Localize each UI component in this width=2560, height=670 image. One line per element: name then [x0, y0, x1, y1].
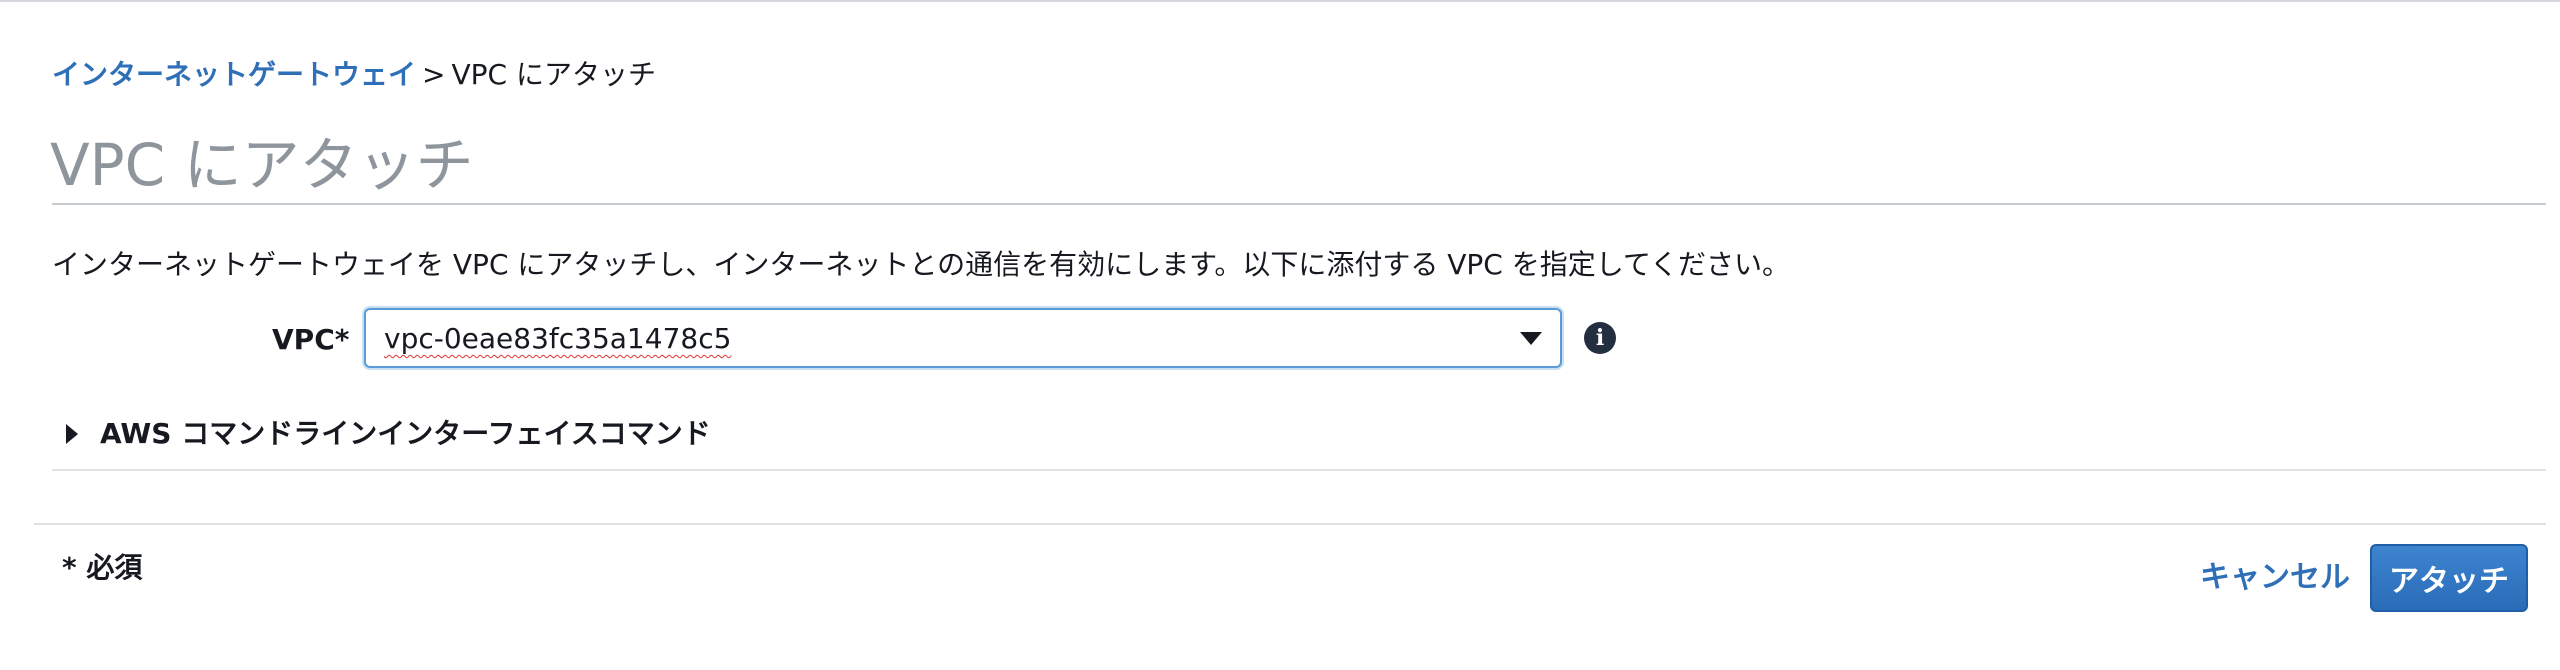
- title-divider: [52, 203, 2546, 205]
- attach-button[interactable]: アタッチ: [2370, 544, 2528, 612]
- aws-cli-commands-expander[interactable]: AWS コマンドラインインターフェイスコマンド: [52, 414, 2546, 468]
- vpc-field-label: VPC*: [272, 323, 350, 356]
- attach-vpc-page: インターネットゲートウェイ > VPC にアタッチ VPC にアタッチ インターネッ…: [0, 0, 2560, 670]
- footer-divider: [34, 523, 2546, 525]
- info-icon[interactable]: i: [1584, 322, 1616, 354]
- cli-section-divider: [52, 469, 2546, 471]
- breadcrumb: インターネットゲートウェイ > VPC にアタッチ: [52, 56, 656, 94]
- required-note: * 必須: [62, 551, 143, 584]
- page-title: VPC にアタッチ: [50, 131, 474, 199]
- aws-cli-commands-label: AWS コマンドラインインターフェイスコマンド: [100, 417, 711, 450]
- caret-right-icon: [66, 424, 78, 444]
- breadcrumb-current: VPC にアタッチ: [451, 58, 656, 91]
- vpc-select-value: vpc-0eae83fc35a1478c5: [384, 322, 732, 355]
- page-description: インターネットゲートウェイを VPC にアタッチし、インターネットとの通信を有効…: [52, 248, 1791, 281]
- breadcrumb-separator: >: [422, 58, 446, 91]
- caret-down-icon: [1520, 332, 1542, 345]
- vpc-select[interactable]: vpc-0eae83fc35a1478c5: [364, 308, 1562, 368]
- breadcrumb-internet-gateways-link[interactable]: インターネットゲートウェイ: [52, 58, 416, 91]
- cancel-button[interactable]: キャンセル: [2200, 558, 2350, 598]
